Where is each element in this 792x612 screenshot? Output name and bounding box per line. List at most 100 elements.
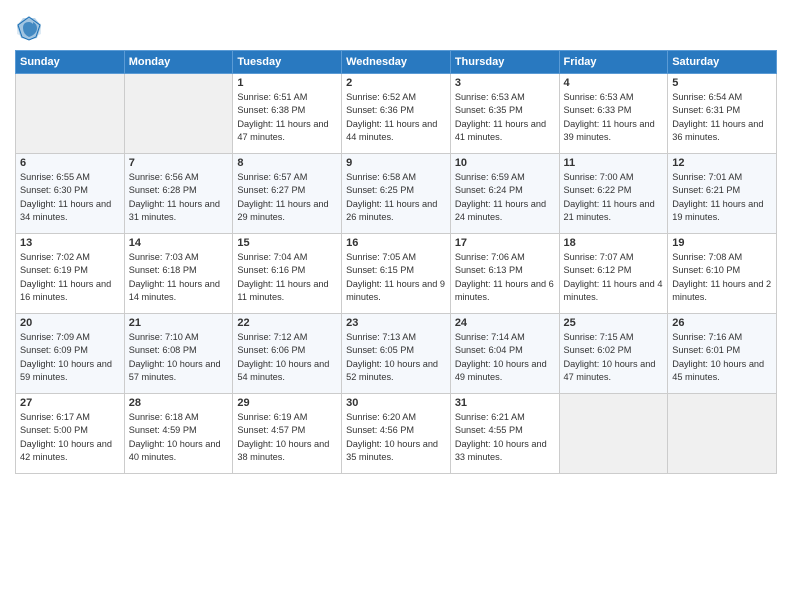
- day-info: Sunrise: 6:19 AM Sunset: 4:57 PM Dayligh…: [237, 411, 337, 464]
- day-info: Sunrise: 6:53 AM Sunset: 6:33 PM Dayligh…: [564, 91, 664, 144]
- day-number: 14: [129, 237, 229, 249]
- day-number: 18: [564, 237, 664, 249]
- day-info: Sunrise: 7:07 AM Sunset: 6:12 PM Dayligh…: [564, 251, 664, 304]
- day-number: 3: [455, 77, 555, 89]
- day-number: 17: [455, 237, 555, 249]
- day-cell: 19 Sunrise: 7:08 AM Sunset: 6:10 PM Dayli…: [668, 234, 777, 314]
- day-info: Sunrise: 6:57 AM Sunset: 6:27 PM Dayligh…: [237, 171, 337, 224]
- day-cell: 24Sunrise: 7:14 AM Sunset: 6:04 PM Dayli…: [450, 314, 559, 394]
- logo: [15, 14, 47, 42]
- day-number: 24: [455, 317, 555, 329]
- day-info: Sunrise: 6:18 AM Sunset: 4:59 PM Dayligh…: [129, 411, 229, 464]
- day-info: Sunrise: 7:01 AM Sunset: 6:21 PM Dayligh…: [672, 171, 772, 224]
- day-cell: 23Sunrise: 7:13 AM Sunset: 6:05 PM Dayli…: [342, 314, 451, 394]
- day-cell: [124, 74, 233, 154]
- day-number: 31: [455, 397, 555, 409]
- day-info: Sunrise: 6:59 AM Sunset: 6:24 PM Dayligh…: [455, 171, 555, 224]
- day-number: 21: [129, 317, 229, 329]
- day-number: 13: [20, 237, 120, 249]
- day-info: Sunrise: 7:03 AM Sunset: 6:18 PM Dayligh…: [129, 251, 229, 304]
- day-number: 29: [237, 397, 337, 409]
- col-header-wednesday: Wednesday: [342, 51, 451, 74]
- week-row-4: 20 Sunrise: 7:09 AM Sunset: 6:09 PM Dayli…: [16, 314, 777, 394]
- day-number: 25: [564, 317, 664, 329]
- day-cell: 13 Sunrise: 7:02 AM Sunset: 6:19 PM Dayli…: [16, 234, 125, 314]
- day-info: Sunrise: 7:04 AM Sunset: 6:16 PM Dayligh…: [237, 251, 337, 304]
- week-row-2: 6 Sunrise: 6:55 AM Sunset: 6:30 PM Daylig…: [16, 154, 777, 234]
- day-cell: 14 Sunrise: 7:03 AM Sunset: 6:18 PM Dayli…: [124, 234, 233, 314]
- day-cell: 4 Sunrise: 6:53 AM Sunset: 6:33 PM Daylig…: [559, 74, 668, 154]
- day-cell: 20 Sunrise: 7:09 AM Sunset: 6:09 PM Dayli…: [16, 314, 125, 394]
- day-info: Sunrise: 6:51 AM Sunset: 6:38 PM Dayligh…: [237, 91, 337, 144]
- day-number: 7: [129, 157, 229, 169]
- col-header-friday: Friday: [559, 51, 668, 74]
- day-number: 23: [346, 317, 446, 329]
- day-cell: [668, 394, 777, 474]
- day-cell: 22Sunrise: 7:12 AM Sunset: 6:06 PM Dayli…: [233, 314, 342, 394]
- day-info: Sunrise: 6:58 AM Sunset: 6:25 PM Dayligh…: [346, 171, 446, 224]
- col-header-saturday: Saturday: [668, 51, 777, 74]
- col-header-thursday: Thursday: [450, 51, 559, 74]
- col-header-monday: Monday: [124, 51, 233, 74]
- day-info: Sunrise: 7:09 AM Sunset: 6:09 PM Dayligh…: [20, 331, 120, 384]
- day-cell: 1 Sunrise: 6:51 AM Sunset: 6:38 PM Daylig…: [233, 74, 342, 154]
- day-number: 10: [455, 157, 555, 169]
- day-info: Sunrise: 7:10 AM Sunset: 6:08 PM Dayligh…: [129, 331, 229, 384]
- day-number: 26: [672, 317, 772, 329]
- day-cell: 16Sunrise: 7:05 AM Sunset: 6:15 PM Dayli…: [342, 234, 451, 314]
- col-header-tuesday: Tuesday: [233, 51, 342, 74]
- day-number: 19: [672, 237, 772, 249]
- day-cell: 6 Sunrise: 6:55 AM Sunset: 6:30 PM Daylig…: [16, 154, 125, 234]
- day-number: 5: [672, 77, 772, 89]
- day-cell: 31 Sunrise: 6:21 AM Sunset: 4:55 PM Dayli…: [450, 394, 559, 474]
- calendar-table: SundayMondayTuesdayWednesdayThursdayFrid…: [15, 50, 777, 474]
- day-cell: 26 Sunrise: 7:16 AM Sunset: 6:01 PM Dayli…: [668, 314, 777, 394]
- col-header-sunday: Sunday: [16, 51, 125, 74]
- day-info: Sunrise: 6:21 AM Sunset: 4:55 PM Dayligh…: [455, 411, 555, 464]
- day-info: Sunrise: 7:00 AM Sunset: 6:22 PM Dayligh…: [564, 171, 664, 224]
- day-cell: 18 Sunrise: 7:07 AM Sunset: 6:12 PM Dayli…: [559, 234, 668, 314]
- day-cell: 11 Sunrise: 7:00 AM Sunset: 6:22 PM Dayli…: [559, 154, 668, 234]
- calendar-header-row: SundayMondayTuesdayWednesdayThursdayFrid…: [16, 51, 777, 74]
- day-cell: 17 Sunrise: 7:06 AM Sunset: 6:13 PM Dayli…: [450, 234, 559, 314]
- day-number: 9: [346, 157, 446, 169]
- day-number: 30: [346, 397, 446, 409]
- day-info: Sunrise: 7:08 AM Sunset: 6:10 PM Dayligh…: [672, 251, 772, 304]
- day-cell: 5 Sunrise: 6:54 AM Sunset: 6:31 PM Daylig…: [668, 74, 777, 154]
- day-info: Sunrise: 7:06 AM Sunset: 6:13 PM Dayligh…: [455, 251, 555, 304]
- day-info: Sunrise: 6:20 AM Sunset: 4:56 PM Dayligh…: [346, 411, 446, 464]
- day-number: 4: [564, 77, 664, 89]
- day-cell: 7 Sunrise: 6:56 AM Sunset: 6:28 PM Daylig…: [124, 154, 233, 234]
- day-cell: 15Sunrise: 7:04 AM Sunset: 6:16 PM Dayli…: [233, 234, 342, 314]
- day-number: 2: [346, 77, 446, 89]
- page: SundayMondayTuesdayWednesdayThursdayFrid…: [0, 0, 792, 612]
- day-cell: 29 Sunrise: 6:19 AM Sunset: 4:57 PM Dayli…: [233, 394, 342, 474]
- header: [15, 10, 777, 42]
- day-number: 22: [237, 317, 337, 329]
- day-info: Sunrise: 7:16 AM Sunset: 6:01 PM Dayligh…: [672, 331, 772, 384]
- day-info: Sunrise: 7:02 AM Sunset: 6:19 PM Dayligh…: [20, 251, 120, 304]
- day-info: Sunrise: 6:52 AM Sunset: 6:36 PM Dayligh…: [346, 91, 446, 144]
- day-cell: 9 Sunrise: 6:58 AM Sunset: 6:25 PM Daylig…: [342, 154, 451, 234]
- day-number: 11: [564, 157, 664, 169]
- day-cell: 2 Sunrise: 6:52 AM Sunset: 6:36 PM Daylig…: [342, 74, 451, 154]
- day-number: 8: [237, 157, 337, 169]
- day-cell: 25Sunrise: 7:15 AM Sunset: 6:02 PM Dayli…: [559, 314, 668, 394]
- day-cell: [16, 74, 125, 154]
- day-info: Sunrise: 6:55 AM Sunset: 6:30 PM Dayligh…: [20, 171, 120, 224]
- day-number: 6: [20, 157, 120, 169]
- day-info: Sunrise: 6:56 AM Sunset: 6:28 PM Dayligh…: [129, 171, 229, 224]
- day-cell: 21 Sunrise: 7:10 AM Sunset: 6:08 PM Dayli…: [124, 314, 233, 394]
- week-row-1: 1 Sunrise: 6:51 AM Sunset: 6:38 PM Daylig…: [16, 74, 777, 154]
- week-row-3: 13 Sunrise: 7:02 AM Sunset: 6:19 PM Dayli…: [16, 234, 777, 314]
- day-info: Sunrise: 6:54 AM Sunset: 6:31 PM Dayligh…: [672, 91, 772, 144]
- day-number: 1: [237, 77, 337, 89]
- day-number: 28: [129, 397, 229, 409]
- day-info: Sunrise: 7:05 AM Sunset: 6:15 PM Dayligh…: [346, 251, 446, 304]
- day-number: 27: [20, 397, 120, 409]
- day-cell: 12Sunrise: 7:01 AM Sunset: 6:21 PM Dayli…: [668, 154, 777, 234]
- day-cell: 8 Sunrise: 6:57 AM Sunset: 6:27 PM Daylig…: [233, 154, 342, 234]
- day-number: 20: [20, 317, 120, 329]
- day-cell: 30 Sunrise: 6:20 AM Sunset: 4:56 PM Dayli…: [342, 394, 451, 474]
- day-cell: 10 Sunrise: 6:59 AM Sunset: 6:24 PM Dayli…: [450, 154, 559, 234]
